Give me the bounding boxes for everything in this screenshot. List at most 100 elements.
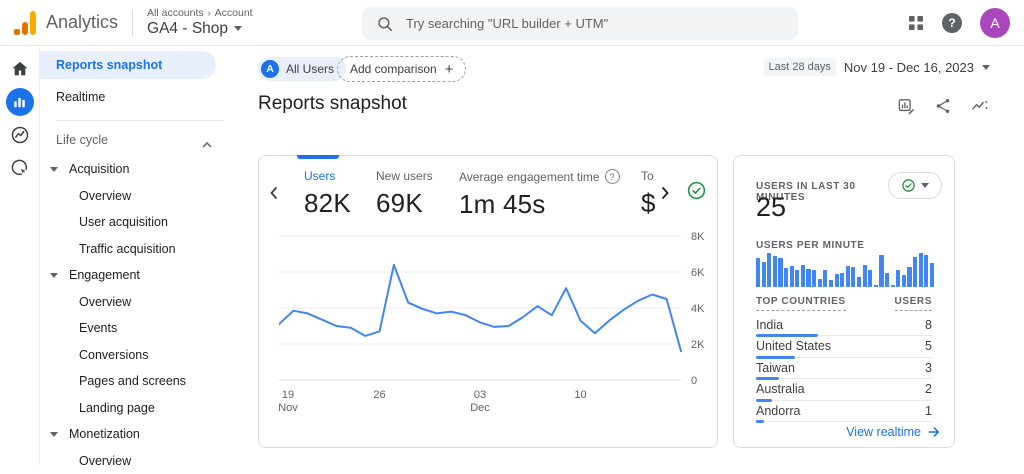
country-name: India	[756, 318, 783, 332]
minute-bar	[812, 270, 816, 287]
account-property-selector[interactable]: All accounts › Account GA4 - Shop	[147, 7, 253, 38]
metric-average-engagement-time[interactable]: Average engagement time?1m 45s	[459, 169, 641, 220]
metric-value: 1m 45s	[459, 189, 641, 220]
analytics-logo-icon[interactable]	[14, 11, 36, 35]
metric-label: To	[641, 169, 659, 183]
dropdown-caret-icon	[921, 183, 929, 188]
sidebar-group-monetization[interactable]: Monetization	[40, 421, 240, 448]
y-axis-tick: 0	[691, 375, 697, 387]
app-name: Analytics	[46, 12, 118, 33]
minute-bar	[795, 270, 799, 287]
sidebar-item-engagement-overview[interactable]: Overview	[40, 289, 240, 316]
minute-bar	[874, 285, 878, 287]
metrics-scroll-right-button[interactable]	[658, 186, 672, 200]
nav-rail	[0, 46, 40, 465]
country-track	[756, 421, 932, 422]
y-axis-tick: 2K	[691, 339, 705, 351]
collapse-chevron-icon[interactable]	[202, 137, 212, 151]
metric-users[interactable]: Users82K	[304, 169, 376, 220]
minute-bar	[902, 275, 906, 287]
minute-bar	[756, 258, 760, 287]
breadcrumb-accounts: All accounts	[147, 7, 204, 19]
help-icon[interactable]: ?	[942, 13, 962, 33]
users-line-chart: 8K6K4K2K019Nov2603Dec10	[279, 232, 727, 424]
home-icon	[9, 58, 31, 80]
status-check-icon	[901, 178, 916, 193]
minute-bar	[891, 285, 895, 287]
arrow-right-icon	[927, 425, 941, 439]
sidebar-item-acquisition-traffic-acquisition[interactable]: Traffic acquisition	[40, 236, 240, 263]
avatar[interactable]: A	[980, 8, 1010, 38]
country-row-andorra: Andorra1	[756, 403, 932, 424]
y-axis-tick: 8K	[691, 232, 705, 243]
customize-report-icon[interactable]	[897, 97, 916, 116]
sidebar-section-life-cycle[interactable]: Life cycle	[40, 127, 240, 153]
sidebar-item-engagement-pages-and-screens[interactable]: Pages and screens	[40, 368, 240, 395]
data-quality-check-icon[interactable]	[686, 180, 707, 201]
date-range-picker[interactable]: Last 28 days Nov 19 - Dec 16, 2023	[764, 58, 990, 76]
minute-bar	[846, 266, 850, 287]
minute-bar	[762, 262, 766, 288]
sidebar-item-acquisition-overview[interactable]: Overview	[40, 183, 240, 210]
users-per-minute-label: USERS PER MINUTE	[756, 240, 865, 251]
x-axis-tick: 10	[574, 389, 586, 401]
sidebar-item-reports-snapshot[interactable]: Reports snapshot	[40, 51, 216, 79]
page-title: Reports snapshot	[258, 93, 407, 115]
minute-bar	[868, 270, 872, 287]
country-bar	[756, 334, 818, 337]
rail-item-explore[interactable]	[6, 121, 34, 149]
add-comparison-button[interactable]: Add comparison +	[337, 56, 466, 82]
sidebar-item-monetization-overview[interactable]: Overview	[40, 448, 240, 474]
minute-bar	[913, 257, 917, 287]
country-row-india: India8	[756, 317, 932, 338]
metric-value: 82K	[304, 188, 376, 219]
rail-item-advertising[interactable]	[6, 154, 34, 182]
sidebar-item-engagement-events[interactable]: Events	[40, 315, 240, 342]
sidebar-item-engagement-conversions[interactable]: Conversions	[40, 342, 240, 369]
segment-chip-all-users[interactable]: A All Users	[258, 57, 346, 81]
sidebar-group-engagement[interactable]: Engagement	[40, 262, 240, 289]
sidebar-item-acquisition-user-acquisition[interactable]: User acquisition	[40, 209, 240, 236]
sidebar-group-acquisition[interactable]: Acquisition	[40, 156, 240, 183]
metric-label: New users	[376, 169, 459, 183]
segment-label: All Users	[286, 62, 334, 76]
realtime-status-dropdown[interactable]	[888, 172, 942, 199]
x-axis-tick-month: Dec	[470, 402, 490, 414]
insights-icon[interactable]	[970, 96, 990, 116]
minute-bar	[778, 258, 782, 287]
metric-value: $	[641, 188, 659, 219]
expand-triangle-icon	[50, 167, 58, 172]
metric-to[interactable]: To $	[641, 169, 659, 220]
minute-bar	[806, 269, 810, 287]
rail-item-home[interactable]	[6, 55, 34, 83]
minute-bar	[835, 274, 839, 287]
search-input[interactable]: Try searching "URL builder + UTM"	[362, 7, 798, 40]
users-per-minute-chart	[756, 253, 934, 287]
metric-new-users[interactable]: New users69K	[376, 169, 459, 220]
minute-bar	[885, 273, 889, 287]
metric-help-icon[interactable]: ?	[605, 169, 620, 184]
sidebar-item-engagement-landing-page[interactable]: Landing page	[40, 395, 240, 422]
view-realtime-link[interactable]: View realtime	[846, 425, 941, 439]
top-countries-header: TOP COUNTRIES	[756, 296, 846, 311]
x-axis-tick: 26	[373, 389, 385, 401]
property-name: GA4 - Shop	[147, 19, 228, 38]
metrics-scroll-left-button[interactable]	[267, 186, 281, 200]
date-caret-icon	[982, 65, 990, 70]
diagnostics-grid-icon[interactable]	[908, 15, 924, 31]
sidebar-item-realtime[interactable]: Realtime	[40, 83, 240, 111]
rail-item-reports[interactable]	[6, 88, 34, 116]
minute-bar	[823, 270, 827, 287]
search-placeholder: Try searching "URL builder + UTM"	[406, 16, 608, 31]
active-metric-indicator	[297, 155, 339, 159]
country-name: Andorra	[756, 404, 800, 418]
header-divider	[132, 10, 133, 36]
share-icon[interactable]	[934, 97, 952, 115]
minute-bar	[863, 265, 867, 287]
property-caret-icon	[234, 26, 242, 31]
minute-bar	[857, 277, 861, 287]
x-axis-tick: 19	[282, 389, 294, 401]
date-range-text: Nov 19 - Dec 16, 2023	[844, 60, 974, 75]
country-track	[756, 378, 932, 379]
country-name: Australia	[756, 382, 805, 396]
